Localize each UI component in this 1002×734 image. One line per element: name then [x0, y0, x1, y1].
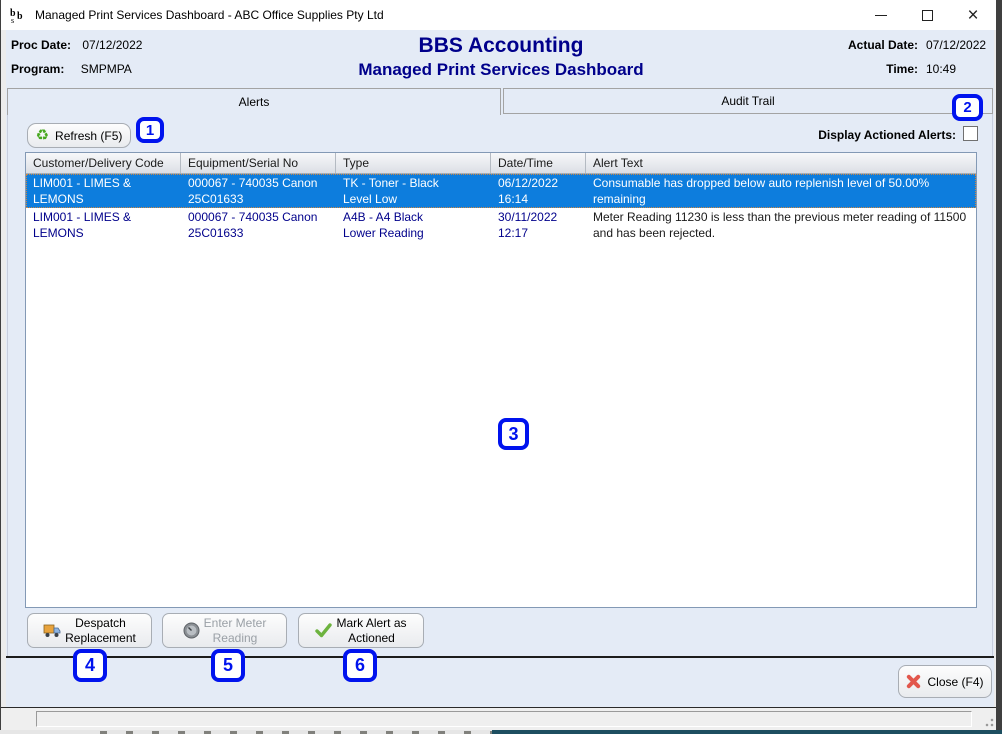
svg-text:b: b: [17, 11, 23, 22]
display-actioned-alerts-checkbox[interactable]: [963, 126, 978, 141]
actual-date-label-wrap: Actual Date:: [770, 38, 918, 52]
equipment-serial: 25C01633: [188, 225, 332, 241]
minimize-icon: [875, 15, 887, 16]
mark-alert-actioned-button[interactable]: Mark Alert as Actioned: [298, 613, 424, 648]
mark-alert-actioned-label: Mark Alert as Actioned: [336, 616, 406, 646]
background-window-text-fragments: [100, 731, 520, 734]
alert-type-code: A4B - A4 Black: [343, 209, 487, 225]
cell-equipment: 000067 - 740035 Canon 25C01633: [181, 174, 336, 208]
time-label-wrap: Time:: [770, 62, 918, 76]
truck-icon: [43, 623, 61, 638]
cell-customer: LIM001 - LIMES & LEMONS LIMES & LEMONS P…: [26, 208, 181, 242]
close-f4-label: Close (F4): [927, 675, 983, 689]
equipment-code: 000067 - 740035 Canon: [188, 209, 332, 225]
resize-grip[interactable]: [982, 715, 994, 727]
background-window-teal-bar: [492, 730, 1002, 734]
screenshot-root: { "window": { "title": "Managed Print Se…: [0, 0, 1002, 734]
annotation-marker-2: 2: [952, 94, 983, 121]
cell-alert-text: Meter Reading 11230 is less than the pre…: [586, 208, 976, 242]
alert-type-desc: Level Low: [343, 191, 487, 207]
annotation-marker-3: 3: [498, 418, 529, 450]
column-header-type[interactable]: Type: [336, 153, 491, 173]
refresh-button[interactable]: ♻ Refresh (F5): [27, 123, 131, 148]
cell-datetime: 30/11/2022 12:17: [491, 208, 586, 242]
alert-type-code: TK - Toner - Black: [343, 175, 487, 191]
meter-gauge-icon: [183, 622, 200, 639]
time-value: 10:49: [926, 62, 956, 76]
alert-date: 06/12/2022: [498, 175, 582, 191]
despatch-replacement-label: Despatch Replacement: [65, 616, 136, 646]
red-x-icon: [906, 674, 921, 689]
enter-meter-reading-button: Enter Meter Reading: [162, 613, 287, 648]
actual-date-label: Actual Date:: [848, 38, 918, 52]
alerts-table-header: Customer/Delivery Code Equipment/Serial …: [26, 153, 976, 174]
cell-type: TK - Toner - Black Level Low: [336, 174, 491, 208]
cell-datetime: 06/12/2022 16:14: [491, 174, 586, 208]
title-bar: b b s Managed Print Services Dashboard -…: [1, 0, 996, 30]
close-icon: ×: [967, 6, 978, 25]
annotation-marker-5: 5: [211, 649, 245, 682]
display-actioned-alerts-label: Display Actioned Alerts:: [806, 128, 956, 142]
actual-date-value: 07/12/2022: [926, 38, 986, 52]
customer-code: LIM001 - LIMES & LEMONS: [33, 175, 177, 207]
annotation-marker-6: 6: [343, 649, 377, 682]
column-header-customer[interactable]: Customer/Delivery Code: [26, 153, 181, 173]
alert-time: 12:17: [498, 225, 582, 241]
customer-code: LIM001 - LIMES & LEMONS: [33, 209, 177, 241]
column-header-alert-text[interactable]: Alert Text: [586, 153, 976, 173]
time-label: Time:: [886, 62, 918, 76]
alerts-table: Customer/Delivery Code Equipment/Serial …: [25, 152, 977, 608]
close-button[interactable]: ×: [950, 0, 996, 30]
customer-name: LIMES & LEMONS PTY LTD: [33, 241, 177, 242]
alert-date: 30/11/2022: [498, 209, 582, 225]
annotation-marker-4: 4: [73, 649, 107, 682]
status-bar-panel: [36, 711, 972, 727]
close-f4-button[interactable]: Close (F4): [898, 665, 992, 698]
bottom-separator: [6, 656, 994, 658]
alert-time: 16:14: [498, 191, 582, 207]
cell-customer: LIM001 - LIMES & LEMONS LIMES & LEMONS P…: [26, 174, 181, 208]
equipment-code: 000067 - 740035 Canon: [188, 175, 332, 191]
maximize-icon: [922, 10, 933, 21]
equipment-serial: 25C01633: [188, 191, 332, 207]
cell-alert-text: Consumable has dropped below auto replen…: [586, 174, 976, 208]
annotation-marker-1: 1: [136, 117, 164, 143]
tab-audit-trail[interactable]: Audit Trail: [503, 88, 993, 114]
refresh-recycle-icon: ♻: [36, 128, 49, 143]
enter-meter-reading-label: Enter Meter Reading: [204, 616, 267, 646]
window-title: Managed Print Services Dashboard - ABC O…: [35, 8, 384, 22]
table-row[interactable]: LIM001 - LIMES & LEMONS LIMES & LEMONS P…: [26, 208, 976, 242]
alert-type-desc: Lower Reading: [343, 225, 487, 241]
cell-type: A4B - A4 Black Lower Reading: [336, 208, 491, 242]
tab-alerts[interactable]: Alerts: [7, 88, 501, 115]
svg-text:s: s: [11, 16, 14, 24]
window-controls: ×: [858, 0, 996, 30]
table-row-selected[interactable]: LIM001 - LIMES & LEMONS LIMES & LEMONS P…: [26, 174, 976, 208]
column-header-datetime[interactable]: Date/Time: [491, 153, 586, 173]
maximize-button[interactable]: [904, 0, 950, 30]
refresh-button-label: Refresh (F5): [55, 129, 122, 143]
app-logo-icon: b b s: [9, 6, 27, 24]
despatch-replacement-button[interactable]: Despatch Replacement: [27, 613, 152, 648]
column-header-equipment[interactable]: Equipment/Serial No: [181, 153, 336, 173]
cell-equipment: 000067 - 740035 Canon 25C01633: [181, 208, 336, 242]
green-check-icon: [315, 623, 332, 638]
minimize-button[interactable]: [858, 0, 904, 30]
